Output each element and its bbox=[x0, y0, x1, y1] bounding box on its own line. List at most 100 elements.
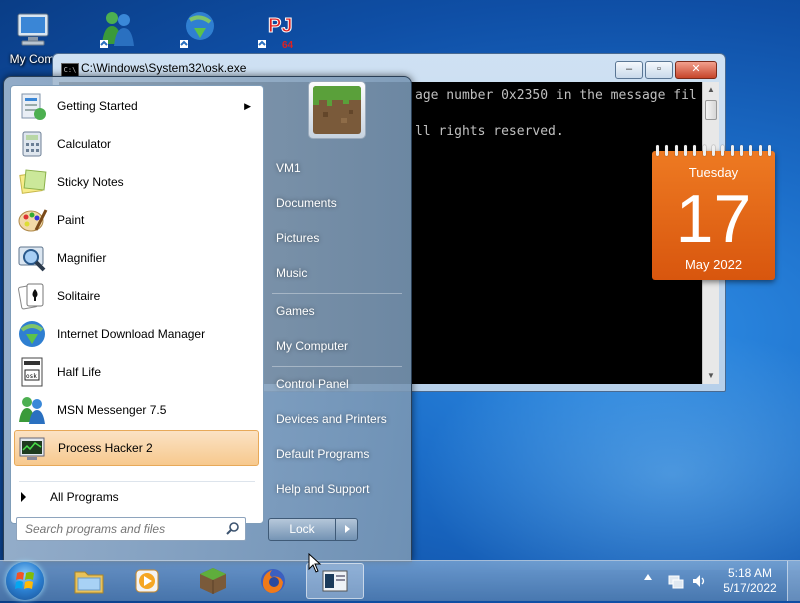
search-input[interactable] bbox=[23, 521, 217, 537]
program-label: Magnifier bbox=[57, 251, 107, 265]
scroll-down-icon[interactable]: ▼ bbox=[703, 368, 719, 384]
places-link-music[interactable]: Music bbox=[276, 266, 307, 280]
close-button[interactable]: ✕ bbox=[675, 61, 717, 79]
computer-icon bbox=[10, 8, 54, 52]
explorer-icon bbox=[74, 571, 104, 594]
start-menu-programs-pane: Getting Started ▶ Calculator Sticky Note… bbox=[10, 85, 264, 524]
start-menu-places-pane: VM1 Documents Pictures Music Games My Co… bbox=[264, 77, 411, 561]
program-calculator[interactable]: Calculator bbox=[14, 126, 259, 162]
program-process-hacker[interactable]: Process Hacker 2 bbox=[14, 430, 259, 466]
half-life-icon: osk bbox=[16, 356, 48, 388]
calendar-rings bbox=[656, 145, 771, 157]
taskbar-media-player[interactable] bbox=[118, 563, 176, 599]
desktop-icon-msn[interactable] bbox=[88, 4, 148, 52]
user-picture[interactable] bbox=[308, 81, 366, 139]
magnifier-icon bbox=[16, 242, 48, 274]
program-idm[interactable]: Internet Download Manager bbox=[14, 316, 259, 352]
desktop-icon-pj64[interactable]: PJ 64 bbox=[246, 4, 306, 52]
getting-started-icon bbox=[16, 90, 48, 122]
search-icon[interactable] bbox=[225, 521, 241, 537]
calendar-month-year: May 2022 bbox=[684, 257, 743, 272]
close-icon: ✕ bbox=[691, 63, 701, 75]
places-link-my-computer[interactable]: My Computer bbox=[276, 339, 348, 353]
program-msn-messenger[interactable]: MSN Messenger 7.5 bbox=[14, 392, 259, 428]
clock-date: 5/17/2022 bbox=[723, 581, 777, 595]
svg-text:64: 64 bbox=[282, 40, 294, 51]
search-box[interactable] bbox=[16, 517, 246, 541]
divider bbox=[272, 366, 402, 367]
msn-messenger-icon bbox=[16, 394, 48, 426]
program-label: Internet Download Manager bbox=[57, 327, 206, 341]
show-hidden-icons-arrow-icon[interactable] bbox=[644, 574, 652, 580]
svg-text:PJ: PJ bbox=[268, 15, 292, 37]
program-label: Process Hacker 2 bbox=[58, 441, 153, 455]
all-programs-button[interactable]: All Programs bbox=[21, 486, 119, 508]
show-desktop-button[interactable] bbox=[787, 561, 800, 601]
console-window-icon: C:\ bbox=[61, 63, 79, 77]
mouse-cursor-icon bbox=[308, 553, 322, 573]
program-sticky-notes[interactable]: Sticky Notes bbox=[14, 164, 259, 200]
network-icon[interactable] bbox=[667, 572, 685, 590]
pj64-icon: PJ 64 bbox=[254, 8, 298, 52]
start-button[interactable] bbox=[6, 562, 44, 600]
places-link-documents[interactable]: Documents bbox=[276, 196, 337, 210]
places-link-devices-printers[interactable]: Devices and Printers bbox=[276, 412, 387, 426]
minecraft-icon bbox=[200, 568, 226, 594]
divider bbox=[272, 293, 402, 294]
scroll-up-icon[interactable]: ▲ bbox=[703, 82, 719, 98]
clock-time: 5:18 AM bbox=[727, 566, 773, 580]
console-title: C:\Windows\System32\osk.exe bbox=[81, 61, 247, 75]
program-label: Getting Started bbox=[57, 99, 138, 113]
solitaire-icon bbox=[16, 280, 48, 312]
volume-icon[interactable] bbox=[690, 572, 708, 590]
desktop-icon-idm[interactable] bbox=[168, 4, 228, 52]
places-link-games[interactable]: Games bbox=[276, 304, 315, 318]
program-magnifier[interactable]: Magnifier bbox=[14, 240, 259, 276]
calendar-date: 17 bbox=[675, 181, 752, 257]
media-player-icon bbox=[135, 569, 159, 593]
taskbar-clock[interactable]: 5:18 AM 5/17/2022 bbox=[720, 566, 780, 596]
internet-download-manager-icon bbox=[176, 8, 220, 52]
maximize-button[interactable]: ▫ bbox=[645, 61, 673, 79]
start-menu: Getting Started ▶ Calculator Sticky Note… bbox=[3, 76, 412, 562]
taskbar-minecraft[interactable] bbox=[184, 563, 242, 599]
process-hacker-icon bbox=[17, 432, 49, 464]
program-paint[interactable]: Paint bbox=[14, 202, 259, 238]
lock-button[interactable]: Lock bbox=[268, 518, 358, 541]
places-link-control-panel[interactable]: Control Panel bbox=[276, 377, 349, 391]
taskbar-firefox[interactable] bbox=[244, 563, 302, 599]
minecraft-block-icon bbox=[313, 86, 361, 134]
paint-icon bbox=[16, 204, 48, 236]
minimize-icon: – bbox=[625, 63, 633, 75]
windows-logo-icon bbox=[15, 572, 34, 589]
program-label: MSN Messenger 7.5 bbox=[57, 403, 167, 417]
osk-window-icon bbox=[322, 570, 348, 592]
svg-text:osk: osk bbox=[26, 373, 37, 380]
places-link-default-programs[interactable]: Default Programs bbox=[276, 447, 369, 461]
submenu-arrow-icon: ▶ bbox=[244, 100, 251, 111]
program-label: Calculator bbox=[57, 137, 112, 151]
taskbar: 5:18 AM 5/17/2022 bbox=[0, 560, 800, 601]
arrow-right-icon bbox=[21, 492, 26, 502]
program-half-life[interactable]: osk Half Life bbox=[14, 354, 259, 390]
divider bbox=[19, 481, 255, 482]
scrollbar-thumb[interactable] bbox=[705, 100, 717, 120]
calculator-icon bbox=[16, 128, 48, 160]
console-line: age number 0x2350 in the message fil bbox=[415, 88, 697, 103]
msn-messenger-icon bbox=[96, 8, 140, 52]
maximize-icon: ▫ bbox=[657, 63, 661, 75]
console-line: ll rights reserved. bbox=[415, 124, 564, 139]
places-link-help-support[interactable]: Help and Support bbox=[276, 482, 369, 496]
program-solitaire[interactable]: Solitaire bbox=[14, 278, 259, 314]
internet-download-manager-icon bbox=[16, 318, 48, 350]
places-link-pictures[interactable]: Pictures bbox=[276, 231, 319, 245]
program-label: Solitaire bbox=[57, 289, 101, 303]
program-getting-started[interactable]: Getting Started ▶ bbox=[14, 88, 259, 124]
places-link-user[interactable]: VM1 bbox=[276, 161, 301, 175]
program-label: Paint bbox=[57, 213, 85, 227]
calendar-gadget[interactable]: Tuesday 17 May 2022 bbox=[652, 145, 775, 280]
minimize-button[interactable]: – bbox=[615, 61, 643, 79]
shutdown-options-arrow-icon[interactable] bbox=[345, 525, 350, 533]
taskbar-explorer[interactable] bbox=[60, 563, 118, 599]
lock-label: Lock bbox=[289, 522, 315, 536]
